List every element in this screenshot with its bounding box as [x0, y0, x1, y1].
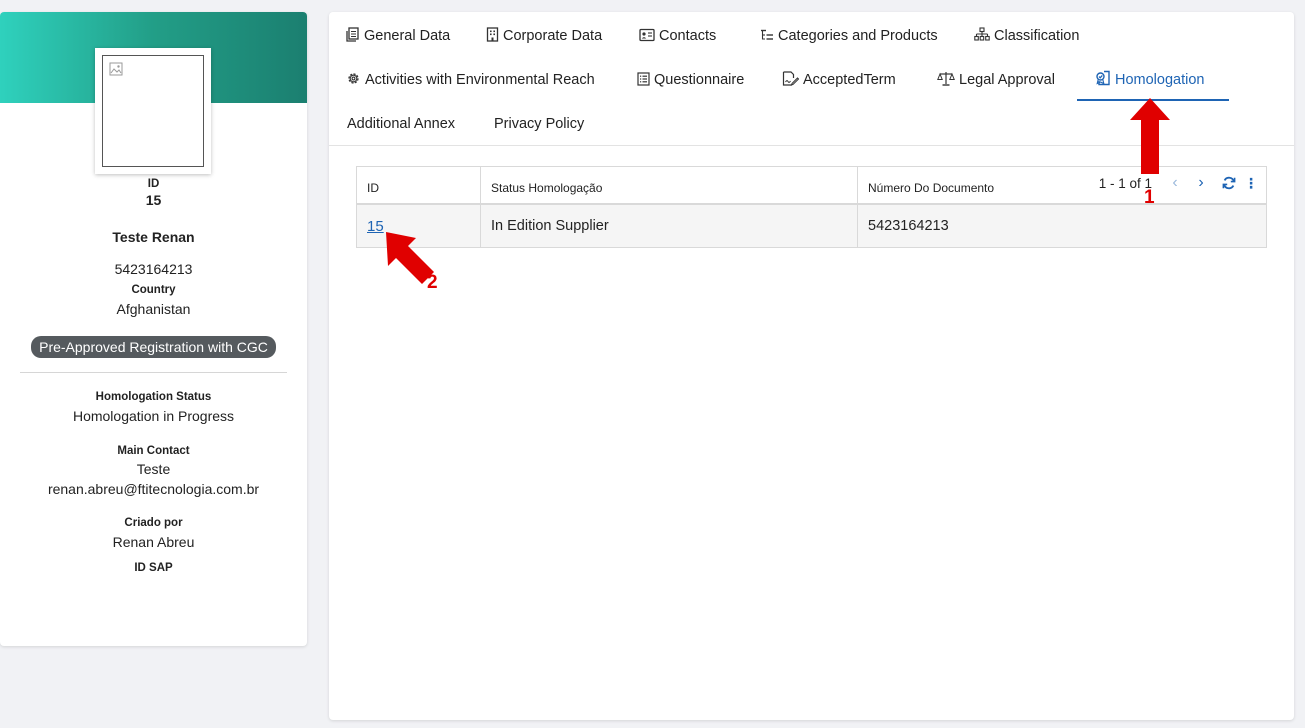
tab-contacts[interactable]: Contacts	[639, 26, 716, 46]
homologation-status-label: Homologation Status	[95, 391, 212, 403]
tab-legal-approval[interactable]: Legal Approval	[937, 70, 1055, 90]
tab-accepted-term[interactable]: AcceptedTerm	[782, 70, 896, 90]
main-contact-label: Main Contact	[117, 445, 190, 457]
country-label: Country	[131, 284, 176, 296]
column-header-status[interactable]: Status Homologação	[481, 167, 858, 203]
homologation-table: ID Status Homologação Número Do Document…	[356, 166, 1267, 248]
scales-icon	[937, 72, 955, 86]
annotation-number-1: 1	[1144, 187, 1155, 208]
document-number: 5423164213	[114, 261, 193, 277]
created-by-value: Renan Abreu	[112, 534, 195, 550]
tab-classification[interactable]: Classification	[974, 26, 1079, 46]
tab-questionnaire[interactable]: Questionnaire	[637, 70, 744, 90]
avatar	[95, 48, 211, 174]
tab-additional-annex[interactable]: Additional Annex	[347, 114, 455, 134]
id-sap-label: ID SAP	[134, 562, 173, 574]
homologation-status-value: Homologation in Progress	[72, 408, 235, 424]
contact-card-icon	[639, 28, 655, 42]
country-value: Afghanistan	[116, 301, 191, 317]
refresh-icon	[1222, 176, 1236, 190]
main-contact-email: renan.abreu@ftitecnologia.com.br	[47, 481, 260, 497]
tab-privacy-policy[interactable]: Privacy Policy	[494, 114, 584, 134]
tab-homologation[interactable]: Homologation	[1095, 70, 1204, 90]
tab-activities-environmental-reach[interactable]: Activities with Environmental Reach	[346, 70, 595, 90]
refresh-button[interactable]	[1214, 176, 1244, 190]
more-options-icon[interactable]: ⋮	[1244, 175, 1258, 192]
document-icon	[346, 27, 359, 42]
main-contact-name: Teste	[136, 461, 171, 477]
signed-document-icon	[782, 71, 799, 86]
annotation-number-2: 2	[427, 272, 438, 293]
next-page-button[interactable]: ›	[1188, 174, 1214, 192]
annotation-arrow-up	[1130, 98, 1170, 174]
row-document-cell: 5423164213	[868, 218, 949, 234]
homologation-icon	[1096, 70, 1110, 86]
previous-page-button[interactable]: ‹	[1162, 174, 1188, 192]
gear-icon	[348, 73, 359, 84]
registration-status-badge: Pre-Approved Registration with CGC	[31, 336, 276, 358]
tree-list-icon	[761, 29, 773, 40]
hierarchy-icon	[974, 27, 990, 41]
row-status-cell: In Edition Supplier	[481, 205, 858, 247]
tab-categories-and-products[interactable]: Categories and Products	[760, 26, 938, 46]
table-row[interactable]: 15 In Edition Supplier 5423164213	[357, 205, 1266, 247]
supplier-name: Teste Renan	[112, 229, 195, 245]
created-by-label: Criado por	[124, 517, 183, 529]
table-pagination: 1 - 1 of 1 ‹ › ⋮	[1099, 173, 1258, 193]
tab-general-data[interactable]: General Data	[346, 26, 450, 46]
id-value: 15	[145, 192, 162, 208]
supplier-profile-card: ID 15 Teste Renan 5423164213 Country Afg…	[0, 12, 307, 646]
id-label: ID	[147, 178, 160, 190]
profile-divider	[20, 372, 287, 373]
list-icon	[637, 72, 650, 86]
column-header-id[interactable]: ID	[357, 167, 481, 203]
tab-corporate-data[interactable]: Corporate Data	[486, 26, 602, 46]
building-icon	[486, 27, 499, 42]
broken-image-icon	[109, 62, 123, 76]
